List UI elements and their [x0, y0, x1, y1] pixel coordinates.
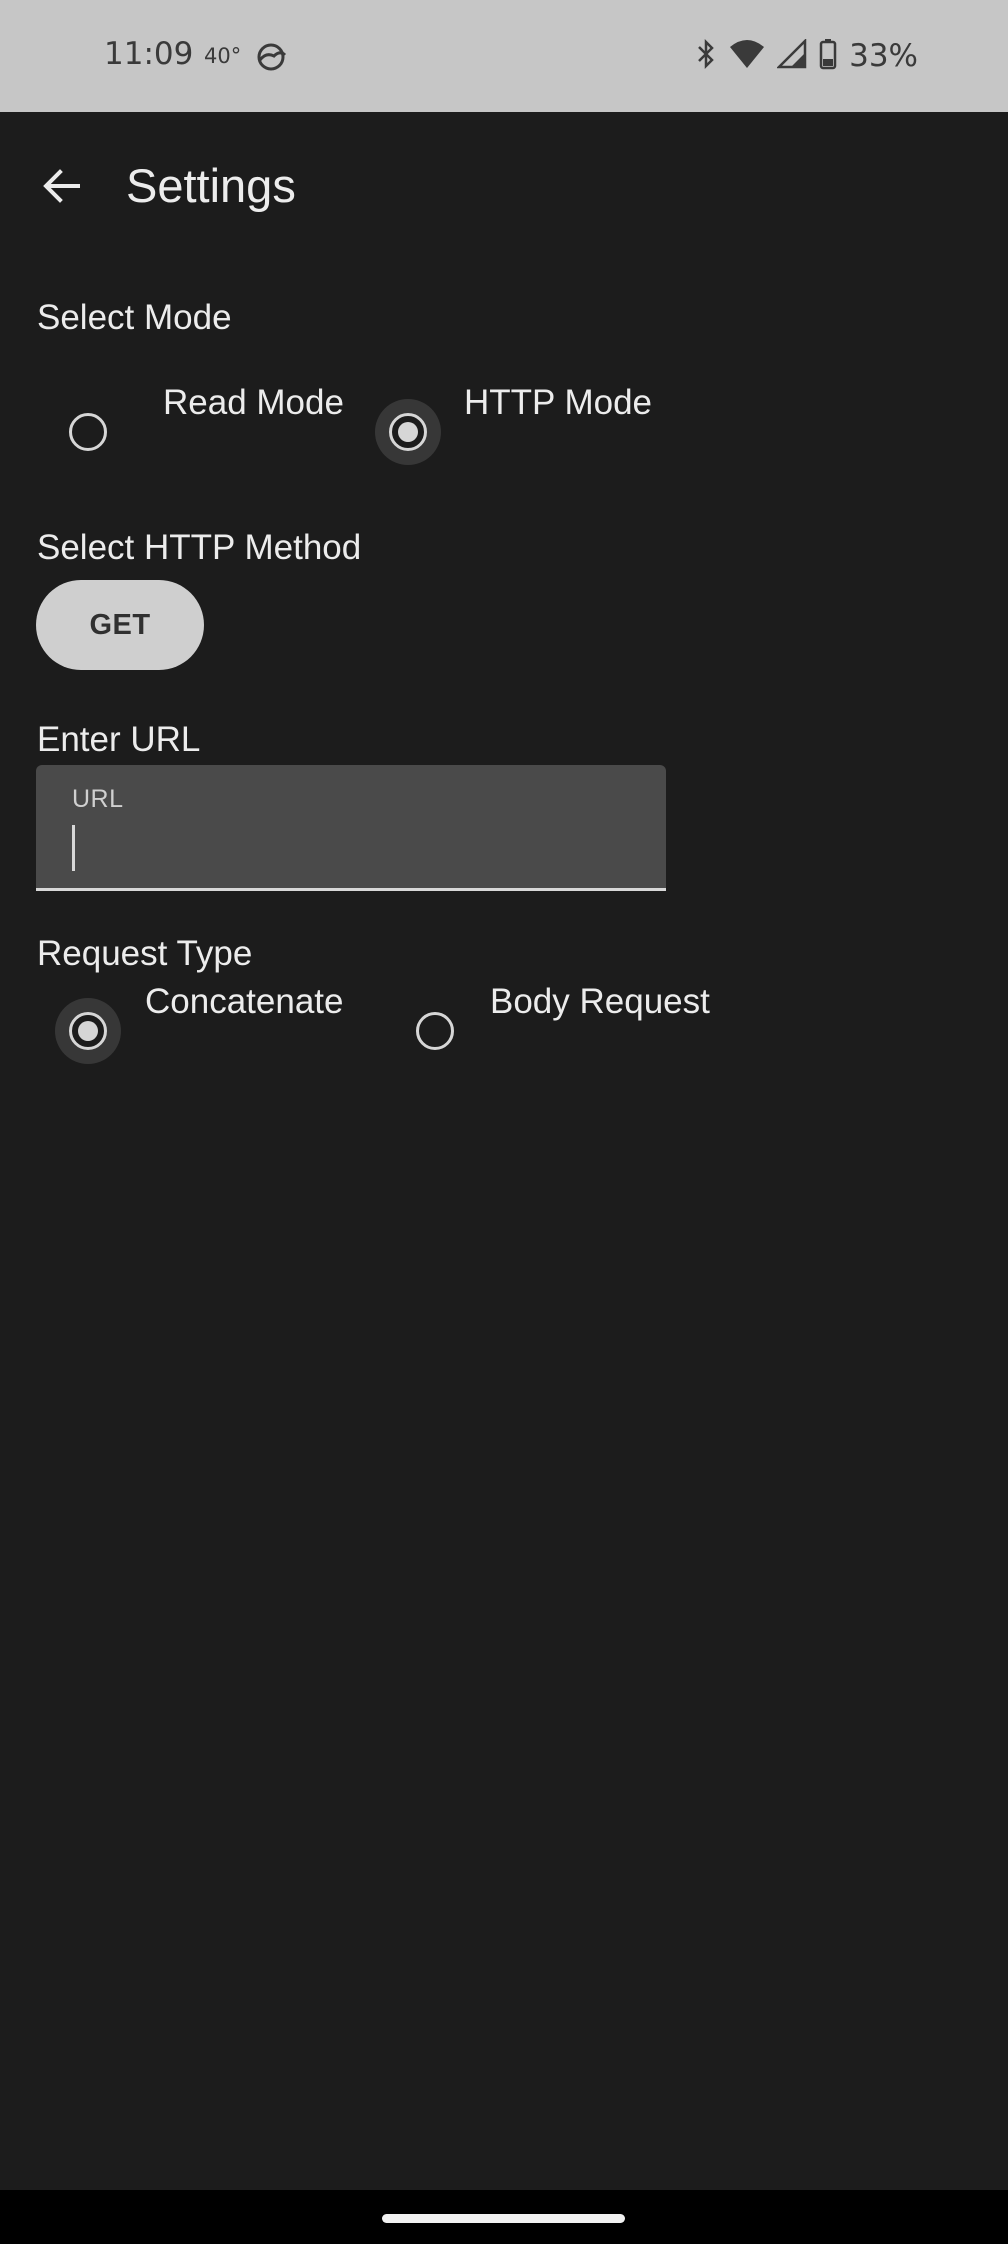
concatenate-radio[interactable]: [69, 1012, 107, 1050]
page-title: Settings: [126, 159, 296, 212]
http-mode-label[interactable]: HTTP Mode: [464, 383, 652, 423]
home-gesture-handle[interactable]: [382, 2214, 625, 2223]
enter-url-label: Enter URL: [37, 720, 201, 759]
status-bar: 11:09 40° 33%: [0, 0, 1008, 112]
http-method-button[interactable]: GET: [36, 580, 204, 670]
battery-icon: [819, 38, 837, 75]
battery-percentage: 33%: [849, 38, 918, 74]
arrow-back-icon: [42, 166, 82, 211]
read-mode-label[interactable]: Read Mode: [163, 383, 344, 423]
wifi-icon: [729, 39, 765, 74]
app-bar: Settings: [0, 112, 1008, 260]
status-icons: 33%: [695, 36, 918, 76]
request-type-label: Request Type: [37, 934, 253, 973]
select-mode-label: Select Mode: [37, 298, 232, 337]
status-temperature: 40°: [204, 44, 242, 68]
select-http-method-label: Select HTTP Method: [37, 528, 362, 567]
url-field-label: URL: [72, 785, 124, 813]
status-time: 11:09: [104, 36, 194, 72]
cell-signal-icon: [776, 37, 807, 74]
text-cursor: [72, 825, 75, 871]
navigation-bar: [0, 2190, 1008, 2244]
concatenate-label[interactable]: Concatenate: [145, 982, 343, 1022]
bluetooth-icon: [695, 38, 717, 75]
cloudy-weather-icon: [254, 40, 288, 74]
back-button[interactable]: [30, 156, 94, 220]
url-input[interactable]: [82, 825, 642, 871]
http-mode-radio[interactable]: [389, 413, 427, 451]
body-request-radio[interactable]: [416, 1012, 454, 1050]
body-request-label[interactable]: Body Request: [490, 982, 710, 1022]
read-mode-radio[interactable]: [69, 413, 107, 451]
url-field[interactable]: URL: [36, 765, 666, 891]
